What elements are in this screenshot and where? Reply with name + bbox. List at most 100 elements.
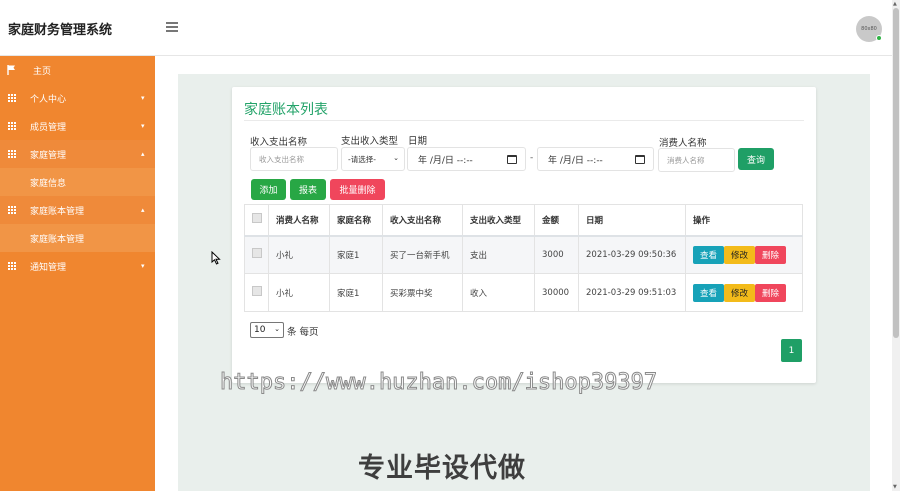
edit-button[interactable]: 修改: [724, 283, 755, 302]
column-header: 日期: [578, 204, 686, 237]
date-to-input[interactable]: 年 /月/日 --:--: [537, 147, 654, 171]
sidebar-item-ledger-manage[interactable]: 家庭账本管理: [0, 224, 155, 252]
person-filter-label: 消费人名称: [659, 138, 707, 149]
sidebar-item-label: 家庭账本管理: [30, 234, 85, 245]
view-button[interactable]: 查看: [693, 283, 724, 302]
cell-family: 家庭1: [329, 273, 383, 312]
page-size-select[interactable]: 10 ⌄: [250, 322, 284, 338]
sidebar-item-profile[interactable]: 个人中心 ▾: [0, 84, 155, 112]
column-header: 金额: [534, 204, 579, 237]
chevron-down-icon: ▾: [141, 262, 145, 270]
avatar[interactable]: 80x80: [856, 16, 882, 42]
date-range-separator: -: [530, 153, 534, 163]
title-divider: [244, 120, 804, 121]
online-status-icon: [876, 35, 882, 41]
page-size-value: 10: [254, 325, 266, 335]
column-header: 消费人名称: [268, 204, 330, 237]
sidebar-item-label: 家庭信息: [30, 178, 67, 189]
name-filter-label: 收入支出名称: [250, 137, 308, 148]
query-button[interactable]: 查询: [738, 148, 774, 170]
row-checkbox[interactable]: [252, 248, 262, 259]
page-number-button[interactable]: 1: [781, 339, 802, 362]
row-checkbox[interactable]: [252, 286, 262, 296]
top-header: 家庭财务管理系统 80x80: [0, 0, 892, 56]
mouse-cursor-icon: [211, 251, 221, 265]
column-header: 收入支出名称: [382, 204, 463, 237]
row-select-cell: [244, 235, 269, 274]
batch-delete-button[interactable]: 批量删除: [330, 179, 385, 200]
sidebar-item-family[interactable]: 家庭管理 ▴: [0, 140, 155, 168]
cell-person: 小礼: [268, 273, 330, 312]
delete-button[interactable]: 删除: [755, 283, 786, 302]
sidebar-item-label: 成员管理: [30, 122, 67, 133]
view-button[interactable]: 查看: [693, 245, 724, 264]
slogan-text: 专业毕设代做: [358, 453, 526, 484]
cell-amount: 3000: [534, 235, 579, 274]
select-all-cell: [244, 204, 269, 237]
cell-operations: 查看 修改 删除: [685, 273, 803, 312]
column-header: 支出收入类型: [462, 204, 535, 237]
sidebar-item-members[interactable]: 成员管理 ▾: [0, 112, 155, 140]
cell-date: 2021-03-29 09:51:03: [578, 273, 686, 312]
row-select-cell: [244, 273, 269, 312]
add-button[interactable]: 添加: [251, 179, 286, 200]
page-scrollbar[interactable]: ▲ ▼: [892, 0, 900, 491]
date-to-value: 年 /月/日 --:--: [548, 155, 603, 166]
calendar-icon[interactable]: [635, 155, 645, 164]
page-title: 家庭账本列表: [244, 102, 328, 118]
grid-icon: [8, 94, 16, 102]
sidebar-item-label: 个人中心: [30, 94, 67, 105]
grid-icon: [8, 262, 16, 270]
sidebar-item-ledger[interactable]: 家庭账本管理 ▴: [0, 196, 155, 224]
table-header-row: 消费人名称 家庭名称 收入支出名称 支出收入类型 金额 日期 操作: [244, 204, 803, 237]
cell-person: 小礼: [268, 235, 330, 274]
chevron-up-icon: ▴: [141, 206, 145, 214]
per-page-label: 条 每页: [287, 327, 319, 338]
cell-family: 家庭1: [329, 235, 383, 274]
name-filter-input[interactable]: 收入支出名称: [250, 147, 338, 171]
avatar-text: 80x80: [861, 26, 877, 32]
date-filter-label: 日期: [408, 136, 428, 147]
cell-name: 买了一台新手机: [382, 235, 463, 274]
sidebar-item-label: 主页: [33, 66, 52, 77]
sidebar-item-label: 通知管理: [30, 262, 67, 273]
sidebar-item-label: 家庭管理: [30, 150, 67, 161]
type-filter-label: 支出收入类型: [341, 136, 399, 147]
app-brand: 家庭财务管理系统: [8, 23, 113, 38]
person-filter-input[interactable]: 消费人名称: [658, 148, 735, 172]
select-all-checkbox[interactable]: [252, 213, 262, 224]
cell-type: 支出: [462, 235, 535, 274]
chevron-down-icon: ▾: [141, 94, 145, 102]
table-row: 小礼 家庭1 买彩票中奖 收入 30000 2021-03-29 09:51:0…: [244, 273, 803, 312]
grid-icon: [8, 150, 16, 158]
cell-amount: 30000: [534, 273, 579, 312]
sidebar: 主页 个人中心 ▾ 成员管理 ▾ 家庭管理 ▴ 家庭信息 家庭账本管理 ▴ 家庭…: [0, 56, 155, 491]
delete-button[interactable]: 删除: [755, 245, 786, 264]
grid-icon: [8, 122, 16, 130]
chevron-up-icon: ▴: [141, 150, 145, 158]
calendar-icon[interactable]: [507, 155, 517, 164]
flag-icon: [7, 65, 15, 75]
column-header: 家庭名称: [329, 204, 383, 237]
date-from-value: 年 /月/日 --:--: [418, 155, 473, 166]
type-filter-value: -请选择-: [348, 154, 376, 164]
menu-toggle-icon[interactable]: [166, 22, 178, 32]
chevron-down-icon: ▾: [141, 122, 145, 130]
sidebar-item-family-info[interactable]: 家庭信息: [0, 168, 155, 196]
table-row: 小礼 家庭1 买了一台新手机 支出 3000 2021-03-29 09:50:…: [244, 235, 803, 274]
scrollbar-thumb[interactable]: [893, 8, 899, 338]
scroll-down-icon[interactable]: ▼: [893, 484, 897, 490]
cell-name: 买彩票中奖: [382, 273, 463, 312]
scroll-up-icon[interactable]: ▲: [893, 1, 897, 7]
report-button[interactable]: 报表: [290, 179, 326, 200]
date-from-input[interactable]: 年 /月/日 --:--: [407, 147, 526, 171]
cell-operations: 查看 修改 删除: [685, 235, 803, 274]
chevron-down-icon: ⌄: [393, 154, 399, 162]
chevron-down-icon: ⌄: [274, 325, 280, 333]
ledger-table: 消费人名称 家庭名称 收入支出名称 支出收入类型 金额 日期 操作 小礼 家庭1…: [244, 204, 803, 312]
sidebar-item-label: 家庭账本管理: [30, 206, 85, 217]
edit-button[interactable]: 修改: [724, 245, 755, 264]
sidebar-item-home[interactable]: 主页: [0, 56, 155, 84]
type-filter-select[interactable]: -请选择- ⌄: [341, 147, 405, 171]
sidebar-item-notices[interactable]: 通知管理 ▾: [0, 252, 155, 280]
